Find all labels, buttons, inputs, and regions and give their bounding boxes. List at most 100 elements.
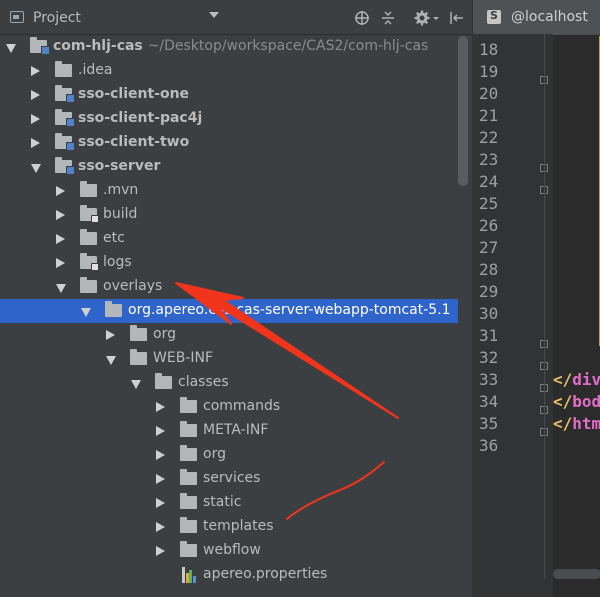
tree-row[interactable]: META-INF — [0, 419, 458, 443]
tree-row[interactable]: static — [0, 491, 458, 515]
tree-row[interactable]: sso-server — [0, 155, 458, 179]
chevron-right-icon[interactable] — [156, 474, 165, 484]
chevron-right-icon[interactable] — [156, 498, 165, 508]
line-number: 33 — [479, 370, 499, 389]
tree-item-name: META-INF — [203, 422, 269, 438]
settings-dropdown-icon[interactable] — [432, 10, 440, 26]
module-folder-icon — [55, 85, 75, 103]
editor-horizontal-scrollbar[interactable] — [553, 569, 600, 579]
chevron-right-icon[interactable] — [31, 138, 40, 148]
collapse-all-icon[interactable] — [380, 10, 396, 26]
folder-icon — [80, 229, 97, 245]
chevron-right-icon[interactable] — [31, 114, 40, 124]
chevron-right-icon[interactable] — [56, 258, 65, 268]
tree-item-name: sso-client-pac4j — [78, 110, 203, 126]
tree-row[interactable]: .mvn — [0, 179, 458, 203]
tree-row[interactable]: templates — [0, 515, 458, 539]
line-number: 27 — [479, 238, 499, 257]
chevron-right-icon[interactable] — [56, 210, 65, 220]
tree-row[interactable]: classes — [0, 371, 458, 395]
tree-item-label: sso-server — [78, 158, 160, 174]
tree-row[interactable]: org.apereo.cas.cas-server-webapp-tomcat-… — [0, 299, 458, 323]
tree-item-path: ~/Desktop/workspace/CAS2/com-hlj-cas — [147, 38, 429, 54]
tree-item-label: WEB-INF — [153, 350, 213, 366]
chevron-down-icon[interactable] — [131, 380, 141, 389]
tree-item-label: org — [203, 446, 226, 462]
dropdown-icon[interactable] — [209, 12, 219, 18]
tree-row[interactable]: .idea — [0, 59, 458, 83]
chevron-down-icon[interactable] — [31, 164, 41, 173]
settings-icon[interactable] — [414, 10, 430, 26]
tree-row[interactable]: sso-client-pac4j — [0, 107, 458, 131]
tree-item-label: org.apereo.cas.cas-server-webapp-tomcat-… — [128, 302, 451, 318]
chevron-right-icon[interactable] — [106, 330, 115, 340]
line-number: 25 — [479, 194, 499, 213]
chevron-right-icon[interactable] — [56, 186, 65, 196]
project-panel-header: Project — [0, 0, 472, 35]
chevron-down-icon[interactable] — [106, 356, 116, 365]
tree-item-label: .mvn — [103, 182, 138, 198]
chevron-down-icon[interactable] — [6, 44, 16, 53]
chevron-right-icon[interactable] — [31, 90, 40, 100]
tree-item-name: com-hlj-cas — [53, 38, 143, 54]
tree-item-label: templates — [203, 518, 274, 534]
chevron-down-icon[interactable] — [56, 284, 66, 293]
tree-item-label: apereo.properties — [203, 566, 327, 582]
hide-panel-icon[interactable] — [449, 10, 465, 26]
tree-row[interactable]: etc — [0, 227, 458, 251]
tree-row[interactable]: build — [0, 203, 458, 227]
locked-folder-icon — [80, 253, 99, 271]
chevron-right-icon[interactable] — [156, 450, 165, 460]
tag-name: body — [572, 392, 600, 411]
project-panel-title[interactable]: Project — [33, 10, 81, 26]
tree-row[interactable]: com-hlj-cas ~/Desktop/workspace/CAS2/com… — [0, 35, 458, 59]
tree-item-label: sso-client-two — [78, 134, 189, 150]
tree-row[interactable]: sso-client-two — [0, 131, 458, 155]
tree-item-label: .idea — [78, 62, 112, 78]
tree-item-name: templates — [203, 518, 274, 534]
chevron-down-icon[interactable] — [81, 308, 91, 317]
line-number: 18 — [479, 40, 499, 59]
chevron-right-icon[interactable] — [156, 402, 165, 412]
tag-bracket: </ — [553, 414, 573, 433]
editor-tab[interactable]: @localhost — [473, 0, 600, 34]
chevron-right-icon[interactable] — [156, 522, 165, 532]
tree-row[interactable]: apereo.properties — [0, 563, 458, 587]
tree-scrollbar[interactable] — [458, 36, 468, 186]
editor-tab-bar: @localhost — [473, 0, 600, 35]
tree-item-label: sso-client-pac4j — [78, 110, 202, 126]
chevron-right-icon[interactable] — [56, 234, 65, 244]
folder-icon — [80, 277, 97, 293]
project-icon — [10, 11, 24, 23]
code-area[interactable]: </div</body</html — [553, 34, 600, 597]
folder-icon — [80, 181, 97, 197]
tree-row[interactable]: logs — [0, 251, 458, 275]
folder-icon — [55, 61, 72, 77]
tree-row[interactable]: org — [0, 323, 458, 347]
tree-row[interactable]: commands — [0, 395, 458, 419]
line-number: 28 — [479, 260, 499, 279]
line-number-gutter: 18 19 20 21 22 23 24 25 26 27 28 29 30 31 32 33 34 35 36 — [473, 34, 553, 597]
properties-file-icon — [182, 567, 196, 583]
folder-icon — [180, 421, 197, 437]
folder-icon — [180, 517, 197, 533]
line-number: 24 — [479, 172, 499, 191]
chevron-right-icon[interactable] — [156, 546, 165, 556]
tree-row[interactable]: WEB-INF — [0, 347, 458, 371]
tree-row[interactable]: services — [0, 467, 458, 491]
tree-row[interactable]: overlays — [0, 275, 458, 299]
tree-item-name: org — [153, 326, 176, 342]
line-number: 23 — [479, 150, 499, 169]
tree-row[interactable]: org — [0, 443, 458, 467]
locate-icon[interactable] — [354, 10, 370, 26]
chevron-right-icon[interactable] — [156, 426, 165, 436]
tree-row[interactable]: webflow — [0, 539, 458, 563]
tree-item-label: etc — [103, 230, 125, 246]
tree-item-label: static — [203, 494, 241, 510]
tag-bracket: </ — [553, 370, 573, 389]
chevron-right-icon[interactable] — [31, 66, 40, 76]
line-number: 31 — [479, 326, 499, 345]
tree-row[interactable]: sso-client-one — [0, 83, 458, 107]
project-panel: Project com-hlj-cas ~/Desktop/workspace/… — [0, 0, 472, 597]
tree-item-name: org — [203, 446, 226, 462]
